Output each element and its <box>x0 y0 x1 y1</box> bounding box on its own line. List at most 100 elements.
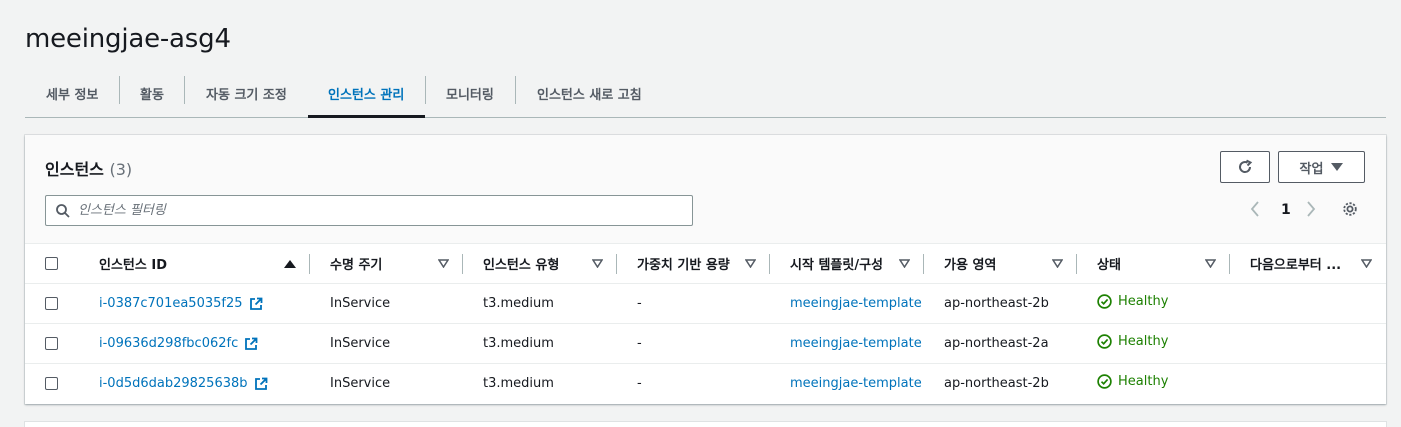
status-text: Healthy <box>1118 294 1169 309</box>
gear-icon <box>1343 202 1357 216</box>
sort-icon <box>592 259 603 268</box>
chevron-right-icon <box>1307 201 1316 217</box>
tab-label: 자동 크기 조정 <box>206 88 287 103</box>
column-header-status[interactable]: 상태 <box>1077 243 1230 284</box>
sort-icon <box>438 259 449 268</box>
column-label: 인스턴스 유형 <box>483 258 560 273</box>
table-row[interactable]: i-09636d298fbc062fc InService t3.medium … <box>25 323 1386 364</box>
search-box[interactable] <box>45 195 693 226</box>
since-cell <box>1230 283 1386 324</box>
prev-page-button[interactable] <box>1250 201 1260 217</box>
table-row[interactable]: i-0d5d6dab29825638b InService t3.medium … <box>25 364 1386 404</box>
search-input[interactable] <box>78 203 638 218</box>
tab-auto-scaling[interactable]: 자동 크기 조정 <box>185 70 308 117</box>
tab-label: 활동 <box>140 88 164 103</box>
instance-type-cell: t3.medium <box>463 283 617 324</box>
sort-icon <box>1205 259 1216 268</box>
sort-icon <box>1361 259 1372 268</box>
instance-id-link[interactable]: i-09636d298fbc062fc <box>99 336 238 351</box>
column-label: 인스턴스 ID <box>99 258 167 273</box>
launch-template-link[interactable]: meeingjae-template <box>790 296 922 311</box>
lifecycle-cell: InService <box>330 376 391 392</box>
row-checkbox[interactable] <box>45 297 58 310</box>
column-label: 가용 영역 <box>944 258 997 273</box>
chevron-left-icon <box>1250 201 1259 217</box>
column-header-instance-id[interactable]: 인스턴스 ID <box>79 243 310 284</box>
since-cell <box>1230 364 1386 404</box>
status-text: Healthy <box>1118 334 1169 349</box>
instances-table: 인스턴스 ID 수명 주기 인스턴스 유형 가중치 기반 용량 시작 템플릿/구… <box>25 243 1386 404</box>
availability-zone-cell: ap-northeast-2b <box>924 283 1077 324</box>
external-link-icon[interactable] <box>254 377 268 391</box>
row-checkbox[interactable] <box>45 337 58 350</box>
panel-title: 인스턴스 (3) <box>45 156 132 180</box>
column-label: 시작 템플릿/구성 <box>790 258 883 273</box>
tab-label: 인스턴스 관리 <box>328 88 405 103</box>
actions-label: 작업 <box>1299 161 1324 177</box>
column-header-lifecycle[interactable]: 수명 주기 <box>310 243 463 284</box>
tab-instance-refresh[interactable]: 인스턴스 새로 고침 <box>516 70 666 117</box>
column-label: 수명 주기 <box>330 258 383 273</box>
launch-template-link[interactable]: meeingjae-template <box>790 336 922 351</box>
row-checkbox[interactable] <box>45 377 58 391</box>
sort-icon <box>745 259 756 268</box>
instance-count: (3) <box>109 160 133 179</box>
panel-title-text: 인스턴스 <box>45 160 104 179</box>
next-page-button[interactable] <box>1306 201 1316 217</box>
sort-icon <box>1052 259 1063 268</box>
column-label: 상태 <box>1097 258 1121 273</box>
check-circle-icon <box>1097 374 1112 389</box>
external-link-icon[interactable] <box>249 297 263 311</box>
status-badge: Healthy <box>1097 334 1168 349</box>
sort-icon <box>899 259 910 268</box>
refresh-icon <box>1239 159 1253 173</box>
status-text: Healthy <box>1118 374 1169 390</box>
tab-label: 세부 정보 <box>46 88 99 103</box>
column-header-instance-type[interactable]: 인스턴스 유형 <box>463 243 617 284</box>
lifecycle-cell: InService <box>310 283 463 324</box>
page-number[interactable]: 1 <box>1281 202 1291 218</box>
instances-panel: 인스턴스 (3) 작업 1 <box>25 135 1386 404</box>
tab-bar: 세부 정보 활동 자동 크기 조정 인스턴스 관리 모니터링 인스턴스 새로 고… <box>25 70 1386 118</box>
instance-id-link[interactable]: i-0387c701ea5035f25 <box>99 296 243 311</box>
instance-type-cell: t3.medium <box>483 376 554 392</box>
page-title: meeingjae-asg4 <box>25 24 231 54</box>
weighted-capacity-cell: - <box>637 376 642 392</box>
next-panel-edge <box>25 422 1386 427</box>
check-circle-icon <box>1097 334 1112 349</box>
settings-button[interactable] <box>1342 201 1358 217</box>
column-label: 다음으로부터 ... <box>1250 258 1342 273</box>
status-badge: Healthy <box>1097 294 1168 309</box>
since-cell <box>1230 323 1386 364</box>
table-row[interactable]: i-0387c701ea5035f25 InService t3.medium … <box>25 283 1386 324</box>
launch-template-link[interactable]: meeingjae-template <box>790 376 922 391</box>
column-label: 가중치 기반 용량 <box>637 258 730 273</box>
lifecycle-cell: InService <box>310 323 463 364</box>
tab-label: 모니터링 <box>446 88 494 103</box>
column-header-since[interactable]: 다음으로부터 ... <box>1230 243 1386 284</box>
external-link-icon[interactable] <box>244 337 258 351</box>
tab-instance-management[interactable]: 인스턴스 관리 <box>308 70 426 118</box>
availability-zone-cell: ap-northeast-2b <box>944 376 1049 392</box>
instance-id-link[interactable]: i-0d5d6dab29825638b <box>99 376 248 391</box>
refresh-button[interactable] <box>1220 151 1270 183</box>
search-icon <box>56 203 70 218</box>
sort-ascending-icon <box>284 259 296 268</box>
table-header-row: 인스턴스 ID 수명 주기 인스턴스 유형 가중치 기반 용량 시작 템플릿/구… <box>25 243 1386 284</box>
select-all-checkbox[interactable] <box>45 257 58 270</box>
actions-button[interactable]: 작업 <box>1278 151 1365 183</box>
tab-details[interactable]: 세부 정보 <box>25 70 120 117</box>
column-header-launch-template[interactable]: 시작 템플릿/구성 <box>770 243 924 284</box>
tab-monitoring[interactable]: 모니터링 <box>425 70 516 117</box>
column-header-availability-zone[interactable]: 가용 영역 <box>924 243 1077 284</box>
status-badge: Healthy <box>1097 374 1168 389</box>
weighted-capacity-cell: - <box>617 323 770 364</box>
tab-label: 인스턴스 새로 고침 <box>537 88 642 103</box>
availability-zone-cell: ap-northeast-2a <box>924 323 1077 364</box>
weighted-capacity-cell: - <box>617 283 770 324</box>
column-header-weighted-capacity[interactable]: 가중치 기반 용량 <box>617 243 770 284</box>
caret-down-icon <box>1331 163 1344 171</box>
instance-type-cell: t3.medium <box>463 323 617 364</box>
check-circle-icon <box>1097 294 1112 309</box>
tab-activity[interactable]: 활동 <box>120 70 185 117</box>
